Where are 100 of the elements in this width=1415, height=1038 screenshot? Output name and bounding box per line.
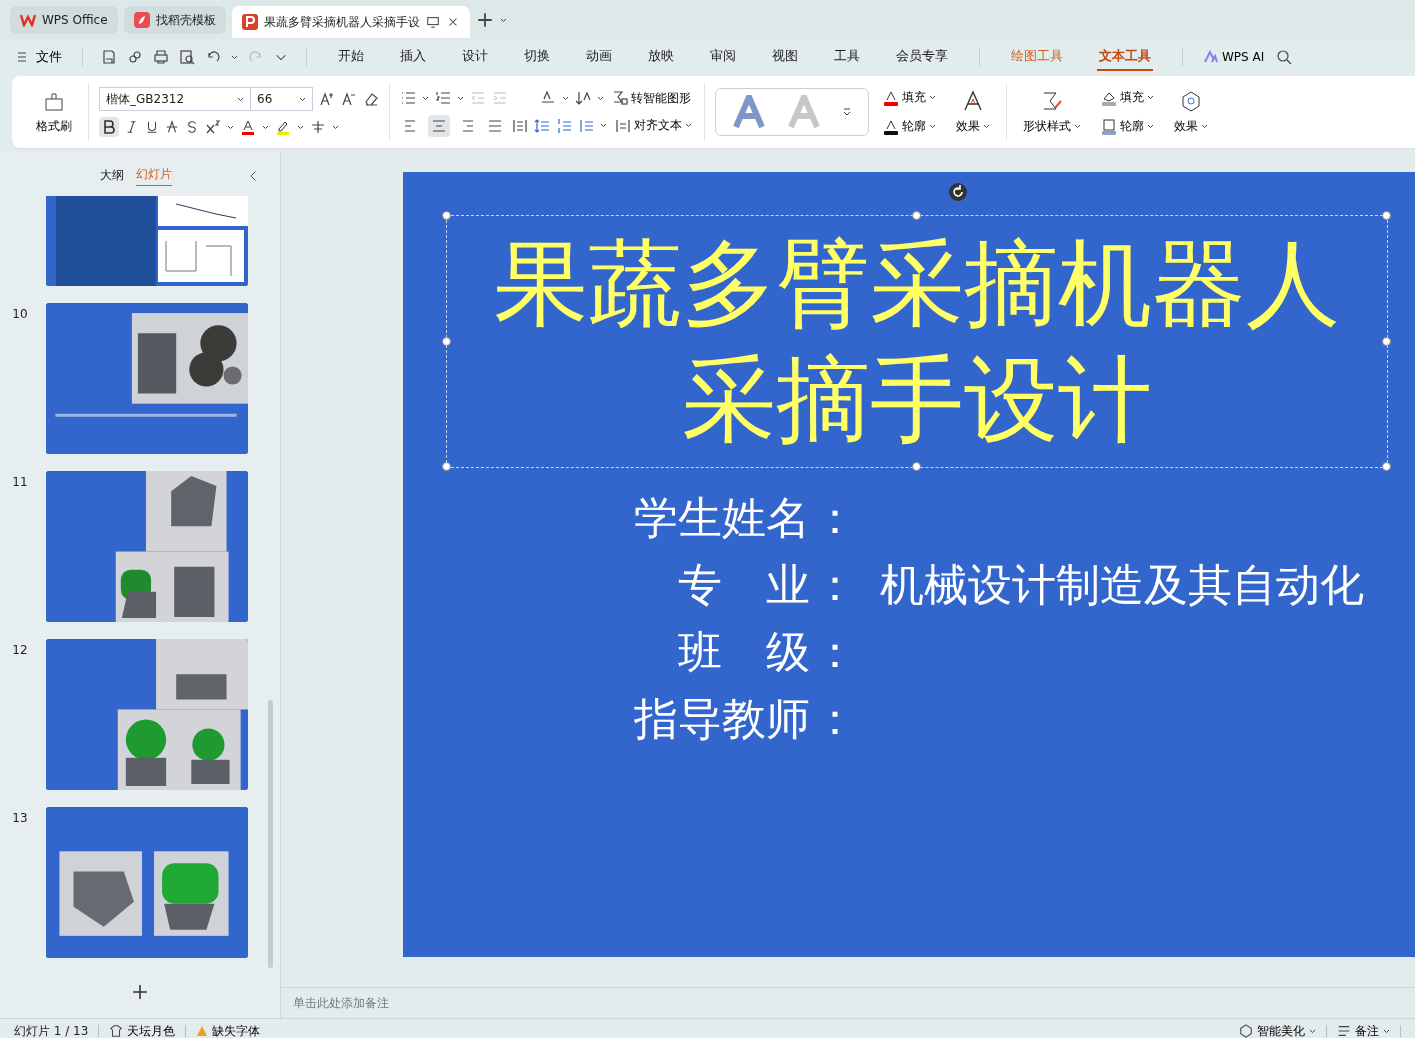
ai-logo-icon [1203,50,1219,64]
monitor-icon[interactable] [425,15,440,29]
ribbon-tab[interactable]: 放映 [646,43,676,71]
print-icon[interactable] [153,49,169,65]
underline-icon[interactable] [145,120,159,134]
smart-art-icon[interactable] [612,90,628,106]
grow-font-icon[interactable] [319,91,335,107]
bold-button[interactable] [99,117,119,137]
notes-placeholder[interactable]: 单击此处添加备注 [293,994,389,1012]
text-effects-icon [962,89,984,112]
shape-outline-button[interactable]: 轮廓 [1099,116,1156,137]
ribbon-tab[interactable]: 审阅 [708,43,738,71]
resize-handle[interactable] [442,462,451,471]
smart-art-button[interactable]: 转智能图形 [610,87,693,109]
caret-icon [231,54,238,60]
notes-button[interactable]: 备注 [1337,1022,1390,1038]
document-tab[interactable]: 找稻壳模板 [123,6,226,34]
rotate-handle-icon[interactable] [948,182,968,202]
columns-icon[interactable] [512,117,528,134]
search-icon[interactable] [1276,49,1293,65]
ribbon-tab[interactable]: 动画 [584,43,614,71]
text-effects-button[interactable]: 效果 [950,89,996,135]
theme-button[interactable]: 天坛月色 [109,1022,176,1038]
notes-icon[interactable] [1337,1024,1351,1038]
resize-handle[interactable] [912,211,921,220]
ribbon-tab[interactable]: 设计 [460,43,490,71]
missing-fonts-button[interactable]: 缺失字体 [196,1022,261,1038]
logo-icon [20,13,36,27]
caret-icon [332,124,339,130]
slide-number: 10 [12,307,28,321]
slide-counter: 幻灯片 1 / 13 [14,1022,89,1038]
resize-handle[interactable] [912,462,921,471]
strikethrough-icon[interactable] [165,120,179,134]
superscript-icon[interactable] [205,119,221,135]
caret-icon [600,123,607,128]
ribbon-tab[interactable]: 视图 [770,43,800,71]
shape-effects-button[interactable]: 效果 [1168,89,1214,135]
new-tab-icon[interactable] [475,11,494,29]
sort-icon[interactable] [575,90,591,106]
bullet-list-icon[interactable] [400,90,416,106]
ribbon-tab[interactable]: 切换 [522,43,552,71]
font-color-icon[interactable] [240,119,256,135]
shape-style-button[interactable]: 形状样式 [1017,89,1087,135]
ribbon-tab[interactable]: 插入 [398,43,428,71]
document-tab[interactable]: WPS Office [10,6,118,34]
numbered-list-icon[interactable] [435,90,451,106]
align-button[interactable] [428,114,450,137]
ribbon-tab[interactable]: 会员专享 [894,43,950,71]
file-menu[interactable]: 文件 [16,46,64,68]
slide-title: 果蔬多臂采摘机器人 [494,227,1340,340]
text-fill-icon [883,89,899,106]
beautify-icon[interactable] [1239,1024,1253,1038]
font-field[interactable]: 楷体_GB2312 [99,87,251,111]
add-slide-button[interactable] [130,982,150,1002]
ai-button[interactable]: WPS AI [1201,48,1267,66]
field-colon: ： [812,694,858,743]
caret-icon [1383,1028,1390,1034]
text-direction-icon[interactable] [540,90,556,106]
theme-icon[interactable] [109,1024,124,1038]
beautify-button[interactable]: 智能美化 [1239,1022,1316,1038]
panel-tab[interactable]: 大纲 [100,166,124,186]
align-lines-icon [487,117,503,134]
caret-icon [299,96,306,102]
resize-handle[interactable] [1382,462,1391,471]
resize-handle[interactable] [442,336,451,346]
text-style-icon[interactable] [733,95,766,129]
print-preview-icon[interactable] [179,49,195,65]
highlight-icon[interactable] [275,119,291,135]
text-outline-icon [883,118,899,135]
resize-handle[interactable] [1382,336,1391,346]
italic-icon[interactable] [125,120,139,134]
caret-icon [237,96,244,102]
eraser-icon[interactable] [363,91,379,107]
font-size-field[interactable]: 66 [251,87,313,111]
resize-handle[interactable] [442,211,451,220]
shrink-font-icon[interactable] [341,91,357,107]
ribbon-tab[interactable]: 工具 [832,43,862,71]
format-painter-button[interactable]: 格式刷 [30,89,78,135]
caret-icon [929,124,936,129]
text-outline-button[interactable]: 轮廓 [881,116,938,137]
line-spacing-icon[interactable] [534,117,550,134]
slide-title: 采摘手设计 [682,343,1152,456]
field-colon: ： [812,560,858,609]
align-text-icon[interactable] [615,117,631,134]
shape-fill-button[interactable]: 填充 [1099,87,1156,108]
resize-handle[interactable] [1382,211,1391,220]
align-text-button[interactable]: 对齐文本 [613,115,694,136]
link-icon[interactable] [127,49,143,65]
phonetic-icon[interactable] [310,119,326,135]
shadow-text-icon[interactable] [185,120,199,134]
context-tab[interactable]: 文本工具 [1097,43,1153,71]
expand-icon[interactable] [842,107,851,117]
document-tab[interactable]: 果蔬多臂采摘机器人采摘手设 [231,6,470,38]
field-label: 学生姓名 [633,493,810,542]
save-icon[interactable] [101,49,117,65]
ribbon-tab[interactable]: 开始 [336,43,366,71]
caret-icon [457,95,464,101]
scrollbar[interactable] [268,700,273,968]
field-label: 班 级 [677,627,810,676]
text-fill-button[interactable]: 填充 [881,87,938,108]
